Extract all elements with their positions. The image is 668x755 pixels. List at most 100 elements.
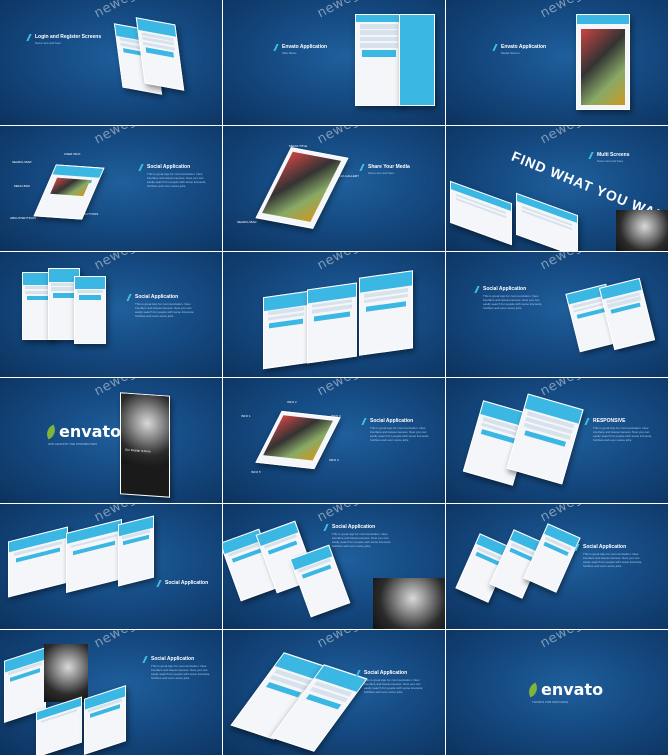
- panel-caption: Social Application: [165, 580, 208, 586]
- panel-caption: Social Application This is great App for…: [583, 544, 643, 568]
- panel-title: Envato Application: [282, 44, 328, 50]
- accent-slash: [588, 152, 594, 159]
- portrait-photo: [373, 578, 445, 629]
- screen-mockup: [84, 685, 126, 755]
- panel-social-app-2: Social Application This is great App for…: [446, 252, 668, 377]
- leaf-icon: [44, 424, 58, 440]
- logo-tagline: THANKS FOR WATCHING: [532, 700, 569, 704]
- panel-title: Multi Screens: [597, 152, 630, 158]
- media-screen-mockup: [576, 14, 630, 110]
- annotation-label: SEARCH BAR: [237, 220, 257, 224]
- panel-side-menu: Envato Application Side Menu newcger.com: [223, 0, 445, 125]
- panel-description: This is great App for communication. New…: [135, 302, 195, 318]
- leaf-icon: [526, 682, 540, 698]
- accent-slash: [359, 164, 365, 171]
- panel-description: This is great App for communication. New…: [583, 552, 643, 568]
- screen-mockup: [516, 192, 578, 251]
- screen-mockup: [450, 180, 512, 246]
- panel-caption: Envato Application Media Screen: [501, 44, 546, 55]
- menu-overlay-mockup: [399, 14, 435, 106]
- screen-mockup: [66, 519, 122, 593]
- panel-caption: Social Application This is great App for…: [151, 656, 211, 680]
- screen-mockup: [523, 523, 581, 593]
- watermark: newcger.com: [315, 504, 403, 525]
- portrait-photo: [44, 644, 88, 702]
- watermark: newcger.com: [92, 126, 180, 147]
- annotation-label: INFO 1: [241, 414, 251, 418]
- panel-envato-outro: envato THANKS FOR WATCHING newcger.com: [446, 630, 668, 755]
- panel-caption: Login and Register Screens Some text and…: [35, 34, 101, 45]
- storyboard-sheet: Login and Register Screens Some text and…: [0, 0, 668, 755]
- watermark: newcger.com: [315, 252, 403, 273]
- watermark: newcger.com: [538, 630, 626, 651]
- annotation-label: ABOUT/SETTINGS: [10, 216, 37, 220]
- panel-title: Social Application: [483, 286, 527, 292]
- annotation-label: INFO 5: [251, 470, 261, 474]
- panel-description: This is great App for communication. New…: [483, 294, 543, 310]
- panel-multi-screens: Multi Screens Some text and here FIND WH…: [446, 126, 668, 251]
- panel-subtitle: Side Menu: [282, 51, 297, 55]
- portrait-photo: [616, 210, 668, 251]
- accent-slash: [492, 44, 498, 51]
- layer-stack-mockup: [255, 410, 341, 470]
- screen-mockup: [289, 544, 351, 618]
- panel-caption: Social Application This is great App for…: [370, 418, 430, 442]
- accent-slash: [142, 656, 148, 663]
- watermark: newcger.com: [315, 378, 403, 399]
- watermark: newcger.com: [538, 378, 626, 399]
- panel-title: Social Application: [332, 524, 376, 530]
- panel-caption: Social Application This is great App for…: [147, 164, 207, 188]
- panel-description: This is great App for communication. New…: [370, 426, 430, 442]
- watermark: newcger.com: [92, 252, 180, 273]
- panel-description: This is great App for communication. New…: [364, 678, 424, 694]
- accent-slash: [26, 34, 32, 41]
- side-menu-screen-mockup: [355, 14, 403, 106]
- watermark: newcger.com: [315, 630, 403, 651]
- panel-share-media: MEDIA TITLE MEDIA GALLERY SEARCH BAR Sha…: [223, 126, 445, 251]
- accent-slash: [361, 418, 367, 425]
- logo-tagline: WITH ENVATO THE POSSIBILITIES: [48, 442, 98, 446]
- panel-social-app-1: Social Application This is great App for…: [0, 252, 222, 377]
- panel-caption: Share Your Media Some text and here: [368, 164, 410, 175]
- panel-subtitle: Some text and here: [35, 41, 62, 45]
- panel-social-layers: SEARCH BAR USER INFO LIKES/SHARE MENU BA…: [0, 126, 222, 251]
- panel-media-screen: Envato Application Media Screen newcger.…: [446, 0, 668, 125]
- panel-social-info-layers: INFO 1 INFO 2 INFO 3 INFO 4 INFO 5 Socia…: [223, 378, 445, 503]
- accent-slash: [584, 418, 590, 425]
- screen-mockup: [359, 270, 413, 356]
- panel-social-app-3: Social Application newcger.com: [0, 504, 222, 629]
- panel-title: Social Application: [165, 580, 209, 586]
- portrait-photo: [121, 393, 169, 467]
- annotation-label: INFO 2: [287, 400, 297, 404]
- watermark: newcger.com: [538, 504, 626, 525]
- accent-slash: [323, 524, 329, 531]
- panel-title: Social Application: [583, 544, 627, 550]
- panel-description: This is great App for communication. New…: [147, 172, 207, 188]
- panel-caption: Social Application This is great App for…: [483, 286, 543, 310]
- panel-title: Login and Register Screens: [35, 34, 102, 40]
- panel-login-register: Login and Register Screens Some text and…: [0, 0, 222, 125]
- panel-social-app-4: Social Application This is great App for…: [223, 504, 445, 629]
- media-gallery-mockup: [255, 147, 349, 229]
- panel-subtitle: Some text and here: [368, 171, 395, 175]
- watermark: newcger.com: [538, 126, 626, 147]
- panel-description: This is great App for communication. New…: [151, 664, 211, 680]
- panel-screens-row: newcger.com: [223, 252, 445, 377]
- accent-slash: [156, 580, 162, 587]
- watermark: newcger.com: [538, 252, 626, 273]
- accent-slash: [138, 164, 144, 171]
- annotation-label: USER INFO: [64, 152, 81, 156]
- panel-social-app-5: Social Application This is great App for…: [446, 504, 668, 629]
- screen-mockup: [8, 526, 68, 598]
- panel-title: Social Application: [364, 670, 408, 676]
- annotation-label: SEARCH BAR: [12, 160, 32, 164]
- panel-title: RESPONSIVE: [593, 418, 626, 424]
- panel-caption: Envato Application Side Menu: [282, 44, 327, 55]
- phone-mockup: Our Design Is Here: [120, 392, 170, 498]
- screen-mockup: [307, 282, 357, 364]
- envato-logo: envato: [44, 422, 121, 441]
- panel-caption: RESPONSIVE This is great App for communi…: [593, 418, 653, 442]
- screen-mockup: [118, 515, 154, 587]
- panel-title: Social Application: [147, 164, 191, 170]
- panel-title: Envato Application: [501, 44, 547, 50]
